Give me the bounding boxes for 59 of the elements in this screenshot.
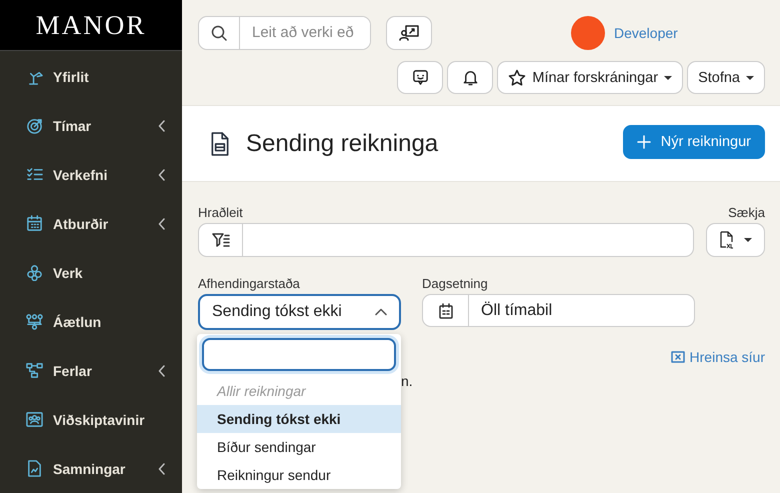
dropdown-button[interactable]: Stofna xyxy=(687,61,765,94)
document-icon xyxy=(210,132,230,156)
sidebar-item[interactable]: Verk xyxy=(0,248,182,297)
xls-file-icon xyxy=(720,231,734,249)
caret-icon xyxy=(746,76,754,80)
logo: MANOR xyxy=(36,10,146,40)
avatar[interactable] xyxy=(571,16,605,50)
new-invoice-button[interactable]: Nýr reikningur xyxy=(622,124,765,158)
bell-button[interactable] xyxy=(447,61,494,94)
sidebar-item[interactable]: Samningar xyxy=(0,444,182,493)
plus-icon xyxy=(636,134,651,148)
tree-icon xyxy=(24,362,44,379)
results-text: n. xyxy=(401,373,414,389)
dropdown-option[interactable]: Reikningur sendur xyxy=(197,461,401,489)
flow-icon xyxy=(24,313,44,330)
chat-icon xyxy=(412,69,429,86)
caret-icon xyxy=(664,76,672,80)
chevron-icon xyxy=(158,462,166,474)
presenter-icon xyxy=(399,24,419,42)
sidebar-item[interactable]: Atburðir xyxy=(0,199,182,248)
sidebar-item[interactable]: Viðskiptavinir xyxy=(0,395,182,444)
dropdown-option[interactable]: Bíður sendingar xyxy=(197,433,401,461)
chevron-icon xyxy=(158,120,166,132)
field-label: Hraðleit xyxy=(198,205,244,222)
quick-search-field[interactable] xyxy=(243,223,694,257)
checklist-icon xyxy=(24,166,44,183)
close-icon xyxy=(670,351,685,363)
user-link[interactable]: Developer xyxy=(614,24,678,40)
sidebar-item[interactable]: Yfirlit xyxy=(0,52,182,101)
caret-icon xyxy=(744,238,752,242)
target-icon xyxy=(24,117,44,134)
sidebar-item[interactable]: Áætlun xyxy=(0,297,182,346)
dropdown-button[interactable]: Mínar forskráningar xyxy=(497,61,684,94)
chevron-icon xyxy=(158,168,166,180)
date-field[interactable]: Öll tímabil xyxy=(422,294,695,327)
status-select[interactable]: Sending tókst ekki xyxy=(198,294,401,330)
filter-icon xyxy=(198,223,243,257)
field-label: Sækja xyxy=(727,205,765,222)
presenter-button[interactable] xyxy=(386,16,432,50)
sidebar-item[interactable]: Tímar xyxy=(0,101,182,150)
sidebar-item[interactable]: Verkefni xyxy=(0,150,182,199)
circles-icon xyxy=(24,264,44,281)
chevron-icon xyxy=(158,364,166,376)
field-label: Dagsetning xyxy=(422,276,489,293)
download-button[interactable] xyxy=(706,223,765,257)
search-field[interactable]: Leit að verki eð xyxy=(198,16,371,50)
chevron-icon xyxy=(158,218,166,230)
people-icon xyxy=(24,411,44,428)
chat-button[interactable] xyxy=(397,61,444,94)
bell-icon xyxy=(462,69,479,86)
calendar-icon xyxy=(24,215,44,232)
page-title: Sending reikninga xyxy=(246,130,438,158)
chevron-icon xyxy=(375,308,387,316)
dropdown-search-field[interactable] xyxy=(202,338,396,371)
sidebar-item[interactable]: Ferlar xyxy=(0,346,182,395)
star-icon xyxy=(508,68,526,86)
clear-filters-link[interactable]: Hreinsa síur xyxy=(670,349,765,365)
field-label: Afhendingarstaða xyxy=(198,276,301,293)
dropdown-option[interactable]: Sending tókst ekki xyxy=(197,405,401,433)
